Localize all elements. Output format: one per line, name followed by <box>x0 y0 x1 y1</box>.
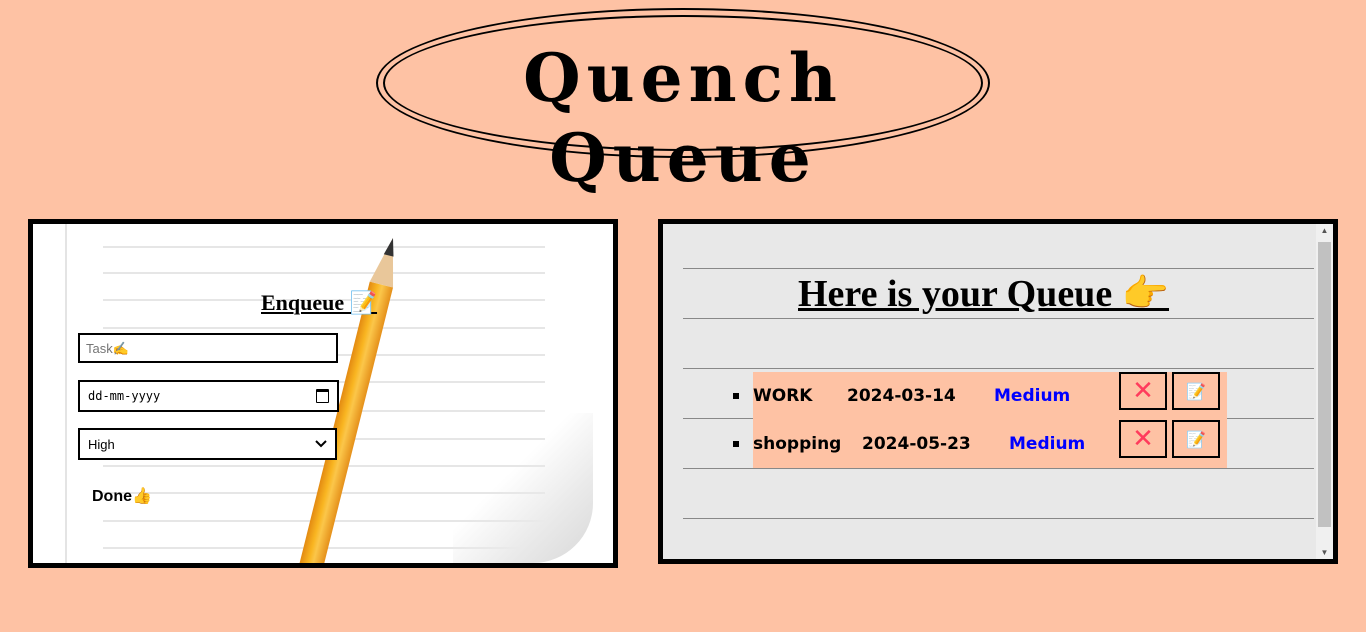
item-priority: Medium <box>1009 434 1086 454</box>
chevron-down-icon <box>315 440 327 448</box>
list-item: shopping 2024-05-23 Medium ✕ 📝 <box>733 420 1227 468</box>
enqueue-panel: Enqueue 📝 dd-mm-yyyy High Done👍 <box>28 219 618 568</box>
item-task: shopping <box>753 434 842 454</box>
scroll-up-arrow-icon[interactable]: ▲ <box>1316 226 1333 235</box>
close-icon: ✕ <box>1132 376 1154 406</box>
date-input[interactable]: dd-mm-yyyy <box>78 380 339 412</box>
notebook-line <box>683 518 1314 519</box>
notebook-line <box>683 468 1314 469</box>
bullet-icon <box>733 393 739 399</box>
title-banner: Quench Queue <box>376 8 990 197</box>
page-title: Quench Queue <box>523 39 843 197</box>
enqueue-heading: Enqueue 📝 <box>261 290 378 315</box>
notebook-line <box>683 268 1314 269</box>
notebook-line <box>683 318 1314 319</box>
notebook-line <box>103 327 545 329</box>
calendar-icon[interactable] <box>316 389 329 403</box>
notebook-line <box>103 272 545 274</box>
scrollbar[interactable]: ▲ ▼ <box>1316 224 1333 559</box>
priority-select-value: High <box>88 436 115 452</box>
item-date: 2024-05-23 <box>862 434 971 454</box>
delete-button[interactable]: ✕ <box>1119 420 1167 458</box>
priority-select[interactable]: High <box>78 428 337 460</box>
done-button[interactable]: Done👍 <box>88 486 156 506</box>
item-date: 2024-03-14 <box>847 386 956 406</box>
pencil-body <box>289 281 394 563</box>
scrollbar-thumb[interactable] <box>1318 242 1331 527</box>
bullet-icon <box>733 441 739 447</box>
close-icon: ✕ <box>1132 424 1154 454</box>
notebook-line <box>103 246 545 248</box>
item-priority: Medium <box>994 386 1071 406</box>
queue-list: WORK 2024-03-14 Medium ✕ 📝 shopping 2024… <box>733 372 1227 468</box>
edit-button[interactable]: 📝 <box>1172 372 1220 410</box>
edit-button[interactable]: 📝 <box>1172 420 1220 458</box>
notebook-margin-line <box>65 224 67 563</box>
paper-curl <box>453 413 593 563</box>
queue-heading: Here is your Queue 👉 <box>798 273 1170 315</box>
task-input[interactable] <box>78 333 338 363</box>
delete-button[interactable]: ✕ <box>1119 372 1167 410</box>
scroll-down-arrow-icon[interactable]: ▼ <box>1316 548 1333 557</box>
queue-panel: Here is your Queue 👉 WORK 2024-03-14 Med… <box>658 219 1338 564</box>
item-task: WORK <box>753 386 813 406</box>
date-input-placeholder: dd-mm-yyyy <box>88 389 161 403</box>
notebook-line <box>683 368 1314 369</box>
edit-icon: 📝 <box>1186 429 1206 449</box>
list-item: WORK 2024-03-14 Medium ✕ 📝 <box>733 372 1227 420</box>
edit-icon: 📝 <box>1186 381 1206 401</box>
